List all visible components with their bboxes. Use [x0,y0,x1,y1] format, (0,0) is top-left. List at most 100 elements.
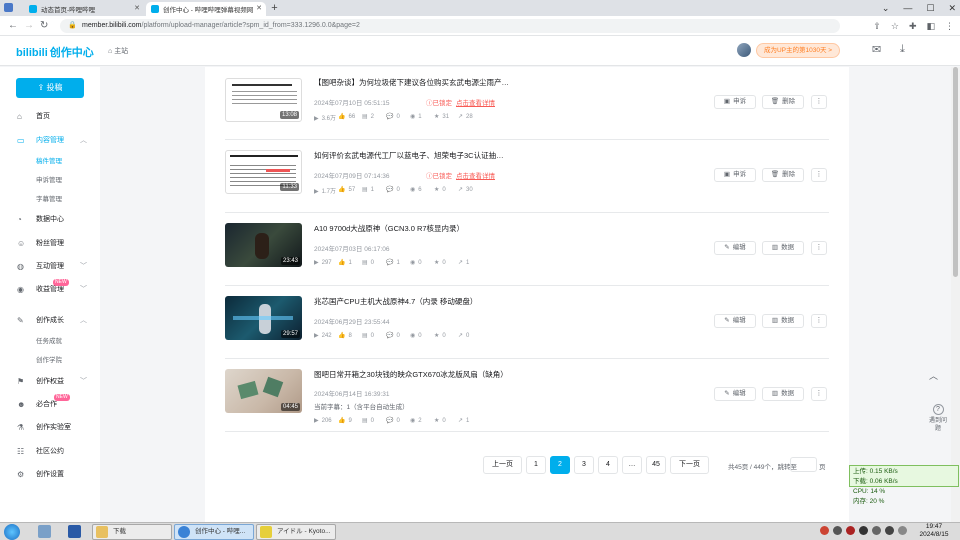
sidebar-sub-academy[interactable]: 创作学院 [36,355,62,367]
sidebar-item-income[interactable]: ◉ 收益管理 ﹀ [0,283,100,297]
scrollbar[interactable] [951,67,960,522]
appeal-button[interactable]: ▣ 申诉 [714,95,756,109]
sidebar-sub-tasks[interactable]: 任务成就 [36,336,62,348]
video-title[interactable]: 图吧日常开箱之30块钱的映众GTX670冰龙版风扇（缺角） [314,369,508,380]
start-button[interactable] [4,524,20,540]
video-thumbnail[interactable]: 23:43 [225,223,302,267]
taskbar-item-browser[interactable]: 创作中心 - 哔哩... [174,524,254,540]
sidebar-item-fans[interactable]: ☺ 粉丝管理 [0,237,100,251]
video-title[interactable]: A10 9700d大战原神（GCN3.0 R7核显内录） [314,223,464,234]
close-icon[interactable]: ✕ [256,4,262,12]
page-button-4[interactable]: 4 [598,456,618,474]
tray-icon[interactable] [820,526,829,535]
extension-icon[interactable]: ✚ [909,19,917,33]
explorer-icon[interactable] [38,525,51,538]
more-icon[interactable]: ⋮ [811,168,827,182]
tray-icon[interactable] [872,526,881,535]
close-icon[interactable]: ✕ [948,0,956,16]
more-icon[interactable]: ⋮ [811,387,827,401]
danmaku-icon: ▤ [362,418,368,424]
home-link[interactable]: ⌂ 主站 [108,46,128,56]
page-button-2[interactable]: 2 [550,456,570,474]
edit-button[interactable]: ✎ 编辑 [714,241,756,255]
sidebar-item-settings[interactable]: ⚙ 创作设置 [0,468,100,482]
browser-menu-icon[interactable] [4,3,13,12]
share-icon[interactable]: ⇪ [873,19,881,33]
video-title[interactable]: 兆芯国产CPU主机大战原神4.7（内录 移动硬盘） [314,296,477,307]
sidebar-item-rights[interactable]: ⚑ 创作权益 ﹀ [0,375,100,389]
more-icon[interactable]: ⋮ [811,314,827,328]
sidebar-item-lab[interactable]: ⚗ 创作实验室 [0,421,100,435]
sidebar-item-collab[interactable]: ☻ 必合作 [0,398,100,412]
next-page-button[interactable]: 下一页 [670,456,709,474]
video-title[interactable]: 如何评价玄武电源代工厂以蓝电子、旭荣电子3C认证抽… [314,150,504,161]
taskbar-clock[interactable]: 19:47 2024/8/15 [910,523,958,539]
sidebar-item-data[interactable]: ◔ 数据中心 [0,213,100,227]
chevron-down-icon[interactable]: ⌄ [882,0,890,16]
back-to-top-icon[interactable]: ︿ [929,369,938,382]
star-icon[interactable]: ☆ [891,19,899,33]
more-icon[interactable]: ⋮ [811,241,827,255]
maximize-icon[interactable]: ☐ [926,0,934,16]
page-button-45[interactable]: 45 [646,456,666,474]
message-icon[interactable]: ✉ [872,43,881,56]
scrollbar-thumb[interactable] [953,67,958,277]
new-tab-button[interactable]: + [268,2,281,15]
delete-button[interactable]: 🗑 删除 [762,168,804,182]
edit-button[interactable]: ✎ 编辑 [714,387,756,401]
sidebar-sub-manuscripts[interactable]: 稿件管理 [36,156,62,168]
play-count: ▶ 3.6万 [314,116,336,122]
forward-icon[interactable]: → [24,19,34,33]
sidebar-item-home[interactable]: ⌂ 首页 [0,110,100,124]
taskbar-item-downloads[interactable]: 下载 [92,524,172,540]
edit-button[interactable]: ✎ 编辑 [714,314,756,328]
browser-tab-creator[interactable]: 创作中心 - 哔哩哔哩弹幕视频网 ✕ [146,2,266,16]
video-thumbnail[interactable]: 29:57 [225,296,302,340]
close-icon[interactable]: ✕ [134,4,140,12]
data-button[interactable]: ▥ 数据 [762,241,804,255]
reload-icon[interactable]: ↻ [40,19,48,33]
volume-icon[interactable] [898,526,907,535]
taskbar-item-player[interactable]: アイドル - Kyoto... [256,524,336,540]
jump-page-input[interactable] [790,457,817,472]
locked-detail-link[interactable]: 点击查看详情 [456,173,495,180]
sidebar-sub-appeals[interactable]: 申诉管理 [36,175,62,187]
upgrade-badge[interactable]: 成为UP主的第1030天 > [756,43,840,58]
locked-detail-link[interactable]: 点击查看详情 [456,100,495,107]
page-button-3[interactable]: 3 [574,456,594,474]
tray-icon[interactable] [846,526,855,535]
upload-button[interactable]: ⇪ 投稿 [16,78,84,98]
appeal-button[interactable]: ▣ 申诉 [714,168,756,182]
prev-page-button[interactable]: 上一页 [483,456,522,474]
address-bar[interactable]: 🔒 member.bilibili.com/platform/upload-ma… [60,19,840,33]
sidebar-item-interact[interactable]: ◍ 互动管理 ﹀ [0,260,100,274]
tray-icon[interactable] [859,526,868,535]
minimize-icon[interactable]: — [903,0,912,16]
avatar[interactable] [737,43,751,57]
menu-dots-icon[interactable]: ⋮ [945,19,954,33]
tray-icon[interactable] [885,526,894,535]
feedback-button[interactable]: ? 遇到问题 [927,404,949,433]
video-title[interactable]: 【图吧杂谈】为何垃圾佬下建议各位购买玄武电源尘雨产… [314,77,509,88]
sidebar-item-rules[interactable]: ☷ 社区公约 [0,445,100,459]
sidebar-item-content[interactable]: ▭ 内容管理 ︿ [0,134,100,148]
page-ellipsis[interactable]: … [622,456,642,474]
video-thumbnail[interactable]: 13:08 [225,78,302,122]
back-icon[interactable]: ← [8,19,18,33]
sidebar-item-growth[interactable]: ✎ 创作成长 ︿ [0,314,100,328]
video-thumbnail[interactable]: 04:45 [225,369,302,413]
creator-logo[interactable]: bilibili 创作中心 [16,44,94,60]
tray-icon[interactable] [833,526,842,535]
media-icon[interactable] [68,525,81,538]
page-button-1[interactable]: 1 [526,456,546,474]
browser-tab-dynamic[interactable]: 动态首页-哔哩哔哩 ✕ [24,2,144,16]
sidebar-sub-subtitles[interactable]: 字幕管理 [36,194,62,206]
delete-button[interactable]: 🗑 删除 [762,95,804,109]
video-thumbnail[interactable]: 11:33 [225,150,302,194]
puzzle-icon[interactable]: ◧ [926,19,935,33]
data-button[interactable]: ▥ 数据 [762,387,804,401]
appeal-icon: ▣ [723,171,731,178]
download-icon[interactable]: ⤓ [900,43,905,56]
data-button[interactable]: ▥ 数据 [762,314,804,328]
more-icon[interactable]: ⋮ [811,95,827,109]
